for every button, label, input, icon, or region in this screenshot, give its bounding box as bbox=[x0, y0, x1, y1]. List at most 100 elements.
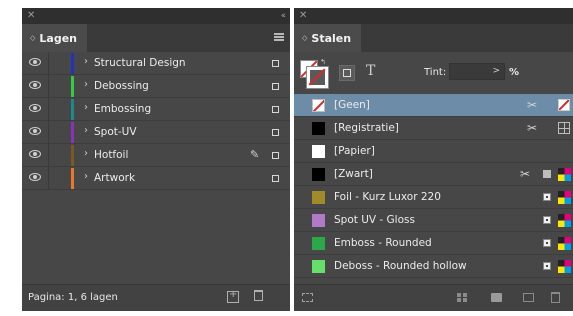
spot-color-icon bbox=[543, 239, 551, 247]
lock-toggle[interactable] bbox=[48, 98, 49, 121]
formatting-container-icon[interactable] bbox=[339, 65, 355, 81]
trash-icon[interactable] bbox=[254, 290, 263, 301]
layer-color-swatch bbox=[71, 145, 74, 166]
swatch-row[interactable]: [Zwart] ✂ bbox=[294, 163, 573, 186]
layer-selection-box[interactable] bbox=[272, 106, 279, 113]
tab-swatches[interactable]: ◇ Stalen bbox=[294, 24, 362, 52]
expand-chevron-icon[interactable]: › bbox=[84, 102, 88, 113]
visibility-eye-icon[interactable] bbox=[29, 104, 41, 112]
lock-toggle[interactable] bbox=[48, 75, 49, 98]
swatch-chip bbox=[312, 122, 325, 135]
cmyk-icon bbox=[558, 260, 571, 273]
spot-color-icon bbox=[543, 262, 551, 270]
new-swatch-icon[interactable] bbox=[523, 293, 534, 302]
swatches-tabbar: ◇ Stalen bbox=[294, 24, 573, 52]
swatch-chip bbox=[312, 214, 325, 227]
tint-input[interactable]: > bbox=[449, 63, 505, 80]
swap-fill-stroke-icon[interactable]: ↰ bbox=[320, 58, 326, 66]
layer-name: Debossing bbox=[94, 80, 149, 92]
show-swatch-kinds-icon[interactable] bbox=[302, 293, 313, 302]
layer-selection-box[interactable] bbox=[272, 152, 279, 159]
expand-chevron-icon[interactable]: › bbox=[84, 79, 88, 90]
pen-icon: ✎ bbox=[250, 148, 260, 161]
visibility-eye-icon[interactable] bbox=[29, 127, 41, 135]
visibility-eye-icon[interactable] bbox=[29, 173, 41, 181]
layer-color-swatch bbox=[71, 76, 74, 97]
swatches-footer bbox=[294, 284, 573, 311]
layers-footer: Pagina: 1, 6 lagen bbox=[22, 284, 290, 311]
layer-name: Hotfoil bbox=[94, 149, 129, 161]
lock-toggle[interactable] bbox=[48, 167, 49, 190]
layer-name: Embossing bbox=[94, 103, 152, 115]
lock-toggle[interactable] bbox=[48, 144, 49, 167]
expand-chevron-icon[interactable]: › bbox=[84, 171, 88, 182]
tab-swatches-label: Stalen bbox=[311, 31, 352, 45]
swatch-name: Emboss - Rounded bbox=[334, 237, 432, 249]
swatch-none-chip bbox=[312, 99, 325, 112]
layer-selection-box[interactable] bbox=[272, 175, 279, 182]
spot-color-icon bbox=[543, 216, 551, 224]
swatch-name: Deboss - Rounded hollow bbox=[334, 260, 467, 272]
stroke-none-icon[interactable] bbox=[307, 67, 328, 88]
spot-color-icon bbox=[543, 193, 551, 201]
swatch-name: [Zwart] bbox=[334, 168, 373, 180]
tint-percent-label: % bbox=[509, 67, 520, 78]
cmyk-icon bbox=[558, 191, 571, 204]
tab-toggle-icon[interactable]: ◇ bbox=[302, 34, 307, 42]
layer-selection-box[interactable] bbox=[272, 60, 279, 67]
swatch-row[interactable]: Spot UV - Gloss bbox=[294, 209, 573, 232]
no-edit-icon: ✂ bbox=[527, 121, 538, 135]
expand-chevron-icon[interactable]: › bbox=[84, 125, 88, 136]
trash-icon[interactable] bbox=[551, 292, 560, 303]
layer-color-swatch bbox=[71, 122, 74, 143]
layer-selection-box[interactable] bbox=[272, 83, 279, 90]
fill-stroke-widget[interactable]: ↰ bbox=[300, 58, 328, 88]
visibility-eye-icon[interactable] bbox=[29, 81, 41, 89]
lock-toggle[interactable] bbox=[48, 52, 49, 75]
tab-layers-label: Lagen bbox=[39, 31, 77, 45]
expand-chevron-icon[interactable]: › bbox=[84, 56, 88, 67]
layer-row[interactable]: › Embossing bbox=[22, 98, 290, 121]
panel-menu-icon[interactable] bbox=[274, 33, 284, 41]
layer-row[interactable]: › Structural Design bbox=[22, 52, 290, 75]
layer-row[interactable]: › Debossing bbox=[22, 75, 290, 98]
swatch-row[interactable]: Deboss - Rounded hollow bbox=[294, 255, 573, 278]
swatch-chip bbox=[312, 260, 325, 273]
swatch-name: [Registratie] bbox=[334, 122, 399, 134]
layers-panel-header: ✕ ‹‹ bbox=[22, 8, 290, 24]
layer-color-swatch bbox=[71, 53, 74, 74]
tab-layers[interactable]: ◇ Lagen bbox=[22, 24, 87, 52]
swatch-row[interactable]: Foil - Kurz Luxor 220 bbox=[294, 186, 573, 209]
swatch-name: Spot UV - Gloss bbox=[334, 214, 415, 226]
visibility-eye-icon[interactable] bbox=[29, 58, 41, 66]
layers-status-text: Pagina: 1, 6 lagen bbox=[28, 292, 118, 303]
layer-row[interactable]: › Artwork bbox=[22, 167, 290, 190]
swatch-chip bbox=[312, 237, 325, 250]
swatch-row[interactable]: [Papier] bbox=[294, 140, 573, 163]
layer-row[interactable]: › Hotfoil ✎ bbox=[22, 144, 290, 167]
collapse-panel-icon[interactable]: ‹‹ bbox=[281, 9, 286, 23]
layer-row[interactable]: › Spot-UV bbox=[22, 121, 290, 144]
formatting-text-icon[interactable]: T bbox=[366, 63, 375, 79]
layer-name: Artwork bbox=[94, 172, 136, 184]
swatches-toolbar: ↰ T Tint: > % bbox=[294, 52, 573, 94]
close-panel-icon[interactable]: ✕ bbox=[27, 9, 35, 23]
registration-icon bbox=[558, 122, 570, 134]
swatch-row[interactable]: Emboss - Rounded bbox=[294, 232, 573, 255]
close-panel-icon[interactable]: ✕ bbox=[299, 9, 307, 23]
swatch-name: [Geen] bbox=[334, 99, 370, 111]
swatch-row[interactable]: [Registratie] ✂ bbox=[294, 117, 573, 140]
swatches-panel: ✕ ◇ Stalen ↰ T Tint: > % [Geen] ✂ [Regis… bbox=[294, 8, 573, 311]
lock-toggle[interactable] bbox=[48, 121, 49, 144]
swatch-views-icon[interactable] bbox=[457, 293, 468, 302]
new-color-group-icon[interactable] bbox=[491, 293, 502, 302]
expand-chevron-icon[interactable]: › bbox=[84, 148, 88, 159]
visibility-eye-icon[interactable] bbox=[29, 150, 41, 158]
tab-toggle-icon[interactable]: ◇ bbox=[30, 34, 35, 42]
layers-tabbar: ◇ Lagen bbox=[22, 24, 290, 52]
swatch-name: [Papier] bbox=[334, 145, 375, 157]
layer-selection-box[interactable] bbox=[272, 129, 279, 136]
process-color-icon bbox=[543, 170, 551, 178]
swatch-row[interactable]: [Geen] ✂ bbox=[294, 94, 573, 117]
new-layer-icon[interactable] bbox=[227, 289, 239, 303]
